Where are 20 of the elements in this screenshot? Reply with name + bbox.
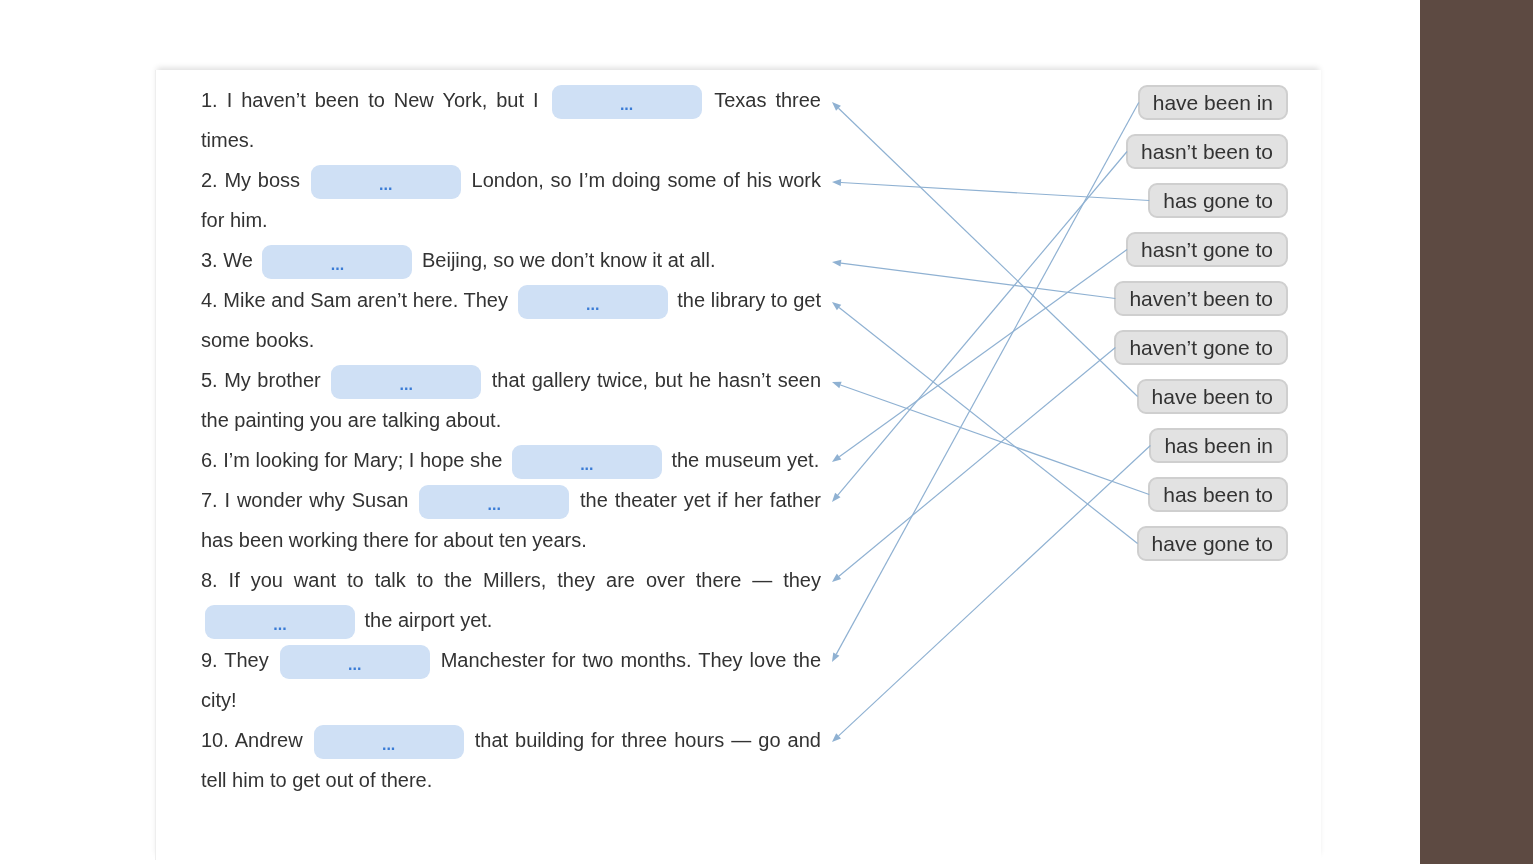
answer-option[interactable]: have been in	[1137, 85, 1288, 120]
answer-option[interactable]: haven’t gone to	[1114, 330, 1288, 365]
sentence-text: 10. Andrew ... that building for three hours — go and tell him to get out of there.	[201, 720, 821, 800]
answer-option[interactable]: hasn’t been to	[1126, 134, 1288, 169]
sentence-text: 4. Mike and Sam aren’t here. They ... the library to get some books.	[201, 280, 821, 360]
sentence-text: 5. My brother ... that gallery twice, but he hasn’t seen the painting you are talking about.	[201, 360, 821, 440]
sentence-text: 2. My boss ... London, so I’m doing some of his work for him.	[201, 160, 821, 240]
answer-option[interactable]: has been to	[1148, 477, 1288, 512]
answer-option[interactable]: has gone to	[1148, 183, 1288, 218]
answer-option[interactable]: have gone to	[1136, 526, 1288, 561]
answer-option[interactable]: hasn’t gone to	[1126, 232, 1288, 267]
answer-option[interactable]: haven’t been to	[1114, 281, 1288, 316]
sentence-text: 9. They ... Manchester for two months. They love the city!	[201, 640, 821, 720]
sentence-text: 8. If you want to talk to the Millers, they are over there — they ... the airport yet.	[201, 560, 821, 640]
sentence-text: 6. I’m looking for Mary; I hope she ... the museum yet.	[201, 440, 821, 480]
sentence-text: 3. We ... Beijing, so we don’t know it at all.	[201, 240, 821, 280]
sentence-text: 7. I wonder why Susan ... the theater yet if her father has been working there for about ten years.	[201, 480, 821, 560]
sentence-text: 1. I haven’t been to New York, but I ... Texas three times.	[201, 80, 821, 160]
answer-option[interactable]: has been in	[1149, 428, 1288, 463]
answer-option[interactable]: have been to	[1136, 379, 1288, 414]
